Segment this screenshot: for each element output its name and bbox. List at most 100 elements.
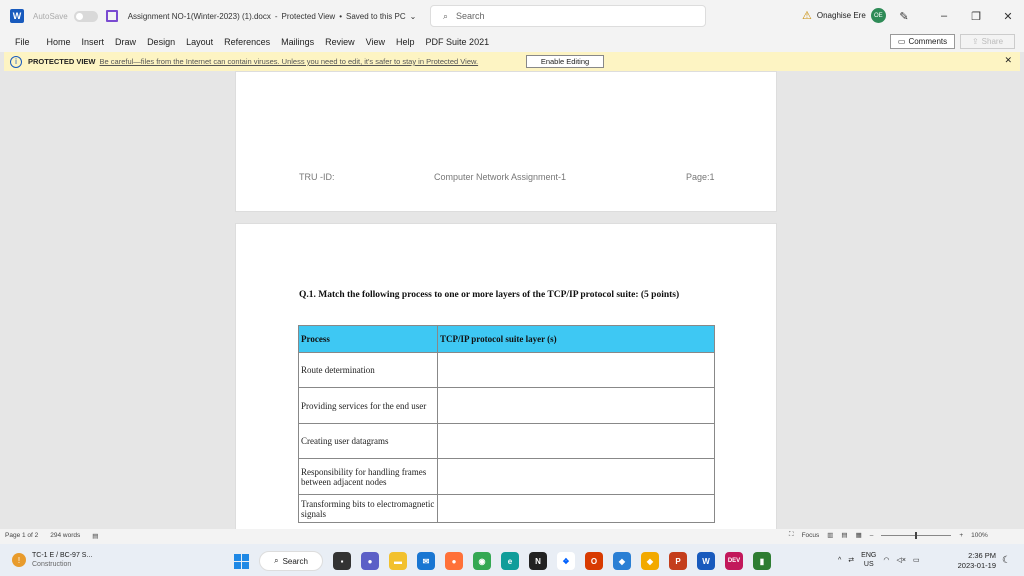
page-count[interactable]: Page 1 of 2: [5, 532, 38, 540]
page-2: Q.1. Match the following process to one …: [235, 223, 777, 529]
menu-item-review[interactable]: Review: [325, 37, 355, 47]
layer-cell[interactable]: [437, 494, 715, 523]
print-layout-icon[interactable]: ▤: [841, 531, 847, 539]
process-cell: Route determination: [298, 352, 438, 388]
vpn-icon[interactable]: ◆: [613, 552, 631, 570]
share-button[interactable]: ⇪ Share: [960, 34, 1015, 49]
chevron-down-icon: ⌄: [409, 11, 417, 21]
clock-date: 2023-01-19: [957, 561, 996, 570]
saved-status: Saved to this PC: [346, 11, 406, 21]
enable-editing-button[interactable]: Enable Editing: [526, 55, 604, 68]
search-icon: ⌕: [443, 10, 449, 21]
task-view-icon[interactable]: ▪: [333, 552, 351, 570]
focus-label[interactable]: Focus: [802, 532, 820, 539]
office-icon[interactable]: O: [585, 552, 603, 570]
title-dot: •: [339, 11, 343, 21]
zoom-out-icon[interactable]: –: [870, 532, 874, 539]
restore-button[interactable]: ❐: [960, 10, 992, 23]
search-input[interactable]: ⌕ Search: [430, 5, 706, 27]
layer-cell[interactable]: [437, 387, 715, 424]
zoom-slider[interactable]: [881, 531, 952, 539]
menu-item-mailings[interactable]: Mailings: [281, 37, 314, 47]
title-separator: -: [274, 11, 278, 21]
comments-button[interactable]: ▭ Comments: [890, 34, 955, 49]
process-cell: Providing services for the end user: [298, 387, 438, 424]
firefox-icon[interactable]: ●: [445, 552, 463, 570]
menu-item-help[interactable]: Help: [396, 37, 415, 47]
protected-view-title: PROTECTED VIEW: [28, 57, 96, 66]
app-icon[interactable]: ▮: [753, 552, 771, 570]
mail-icon[interactable]: ✉: [417, 552, 435, 570]
language-indicator[interactable]: ENG US: [861, 551, 876, 569]
minimize-button[interactable]: –: [928, 10, 960, 22]
table-row: Responsibility for handling frames betwe…: [298, 458, 715, 495]
wifi-icon[interactable]: ◠: [883, 556, 889, 564]
menu-item-insert[interactable]: Insert: [82, 37, 105, 47]
close-button[interactable]: ✕: [992, 10, 1024, 23]
protected-view-bar: i PROTECTED VIEW Be careful—files from t…: [4, 52, 1020, 71]
chrome-icon[interactable]: ◉: [473, 552, 491, 570]
language-label: ENG: [861, 552, 877, 559]
document-canvas[interactable]: TRU -ID: Computer Network Assignment-1 P…: [0, 71, 1024, 529]
avatar: OE: [870, 8, 886, 23]
pen-icon[interactable]: ✎: [888, 10, 920, 23]
protected-view-label: Protected View: [281, 11, 336, 21]
focus-icon[interactable]: ⛶: [789, 531, 794, 539]
word-app-icon: W: [10, 9, 24, 23]
weather-sub: Construction: [32, 561, 72, 568]
page-1: TRU -ID: Computer Network Assignment-1 P…: [235, 71, 777, 212]
traffic-icon: !: [12, 553, 26, 567]
proofing-icon[interactable]: ▤: [92, 532, 98, 540]
teams-icon[interactable]: ●: [361, 552, 379, 570]
menu-item-layout[interactable]: Layout: [186, 37, 213, 47]
devcpp-icon[interactable]: DEV: [725, 552, 743, 570]
volume-icon[interactable]: ◁×: [896, 556, 905, 564]
file-explorer-icon[interactable]: ▬: [389, 552, 407, 570]
layer-cell[interactable]: [437, 423, 715, 459]
layer-cell[interactable]: [437, 458, 715, 495]
zoom-in-icon[interactable]: +: [959, 532, 963, 539]
zoom-level[interactable]: 100%: [971, 532, 988, 539]
menu-item-pdf-suite-2021[interactable]: PDF Suite 2021: [426, 37, 490, 47]
user-name: Onaghise Ere: [816, 11, 866, 20]
read-mode-icon[interactable]: ▥: [827, 531, 833, 539]
menu-item-draw[interactable]: Draw: [115, 37, 136, 47]
word-count[interactable]: 294 words: [50, 532, 80, 540]
chevron-up-icon[interactable]: ^: [838, 557, 841, 564]
weather-widget[interactable]: ! TC-1 E / BC-97 S... Construction: [12, 551, 92, 569]
edge-icon[interactable]: e: [501, 552, 519, 570]
table-row: Transforming bits to electromagnetic sig…: [298, 494, 715, 523]
clock[interactable]: 2:36 PM 2023-01-19: [952, 551, 996, 571]
notion-icon[interactable]: N: [529, 552, 547, 570]
taskbar-search[interactable]: ⌕ Search: [259, 551, 323, 571]
menu-item-file[interactable]: File: [15, 37, 30, 47]
menu-item-home[interactable]: Home: [47, 37, 71, 47]
document-title[interactable]: Assignment NO-1(Winter-2023) (1).docx - …: [128, 12, 417, 21]
powerpoint-icon[interactable]: P: [669, 552, 687, 570]
battery-icon[interactable]: ▭: [913, 556, 920, 564]
menu-item-view[interactable]: View: [366, 37, 385, 47]
region-label: US: [863, 561, 874, 568]
autosave-toggle[interactable]: [73, 10, 98, 22]
protected-view-message[interactable]: Be careful—files from the Internet can c…: [100, 57, 479, 66]
windows-start-icon[interactable]: [234, 553, 249, 569]
word-taskbar-icon[interactable]: W: [697, 552, 715, 570]
dropbox-icon[interactable]: ❖: [557, 552, 575, 570]
system-tray: ^ ⇄ ENG US ◠ ◁× ▭: [838, 551, 920, 569]
menu-item-references[interactable]: References: [224, 37, 270, 47]
vpn-alt-icon[interactable]: ◆: [641, 552, 659, 570]
menu-item-design[interactable]: Design: [147, 37, 175, 47]
layer-cell[interactable]: [437, 352, 715, 388]
web-layout-icon[interactable]: ▦: [856, 531, 862, 539]
close-icon[interactable]: ✕: [1004, 55, 1012, 66]
notification-icon[interactable]: ☾: [1002, 555, 1011, 566]
process-cell: Creating user datagrams: [298, 423, 438, 459]
taskbar-apps: ⌕ Search ▪ ● ▬ ✉ ● ◉ e N ❖ O ◆ ◆ P W DEV…: [234, 551, 771, 571]
user-account[interactable]: ⚠ Onaghise Ere OE: [802, 8, 886, 23]
save-icon[interactable]: [105, 10, 118, 22]
search-placeholder: Search: [456, 11, 485, 21]
matching-table: Process TCP/IP protocol suite layer (s) …: [298, 325, 715, 523]
weather-title: TC-1 E / BC-97 S...: [32, 552, 93, 559]
table-row: Creating user datagrams: [298, 423, 715, 459]
language-switch-icon[interactable]: ⇄: [848, 556, 854, 564]
